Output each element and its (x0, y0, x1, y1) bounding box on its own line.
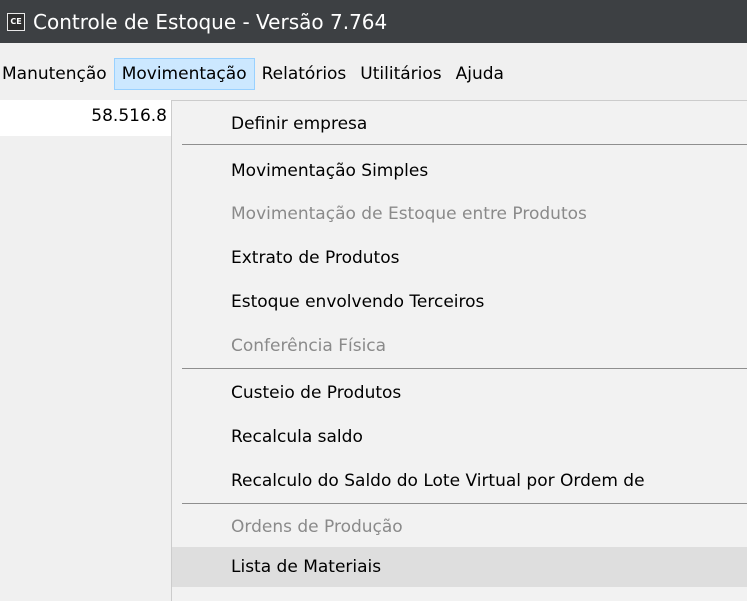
menu-item-extrato-de-produtos[interactable]: Extrato de Produtos (172, 238, 747, 278)
menu-item-movimentacao-simples[interactable]: Movimentação Simples (172, 151, 747, 191)
menu-item-recalcula-saldo[interactable]: Recalcula saldo (172, 417, 747, 457)
movimentacao-dropdown-menu: Definir empresa Movimentação Simples Mov… (171, 100, 747, 601)
menu-relatorios[interactable]: Relatórios (255, 58, 354, 90)
menu-bar: Manutenção Movimentação Relatórios Utili… (0, 58, 747, 90)
menu-item-custeio-de-produtos[interactable]: Custeio de Produtos (172, 373, 747, 413)
left-panel: 58.516.8 (0, 100, 173, 136)
menu-item-recalculo-saldo-lote-virtual[interactable]: Recalculo do Saldo do Lote Virtual por O… (172, 461, 747, 501)
menu-utilitarios[interactable]: Utilitários (353, 58, 448, 90)
app-icon: CE (7, 12, 25, 31)
menu-item-conferencia-fisica[interactable]: Conferência Física (172, 326, 747, 366)
menu-item-estoque-envolvendo-terceiros[interactable]: Estoque envolvendo Terceiros (172, 282, 747, 322)
menu-movimentacao[interactable]: Movimentação (113, 58, 255, 90)
window-title: Controle de Estoque - Versão 7.764 (33, 9, 388, 34)
left-panel-value: 58.516.8 (91, 106, 167, 126)
menu-separator (182, 503, 747, 504)
menu-separator (182, 368, 747, 369)
menu-separator (182, 144, 747, 145)
menu-manutencao[interactable]: Manutenção (0, 58, 114, 90)
menu-item-movimentacao-estoque-entre-produtos[interactable]: Movimentação de Estoque entre Produtos (172, 194, 747, 234)
menu-item-ordens-de-producao[interactable]: Ordens de Produção (172, 507, 747, 547)
menu-item-definir-empresa[interactable]: Definir empresa (172, 104, 747, 144)
menu-ajuda[interactable]: Ajuda (449, 58, 511, 90)
title-bar: CE Controle de Estoque - Versão 7.764 (0, 0, 747, 43)
menu-item-lista-de-materiais[interactable]: Lista de Materiais (172, 547, 747, 587)
